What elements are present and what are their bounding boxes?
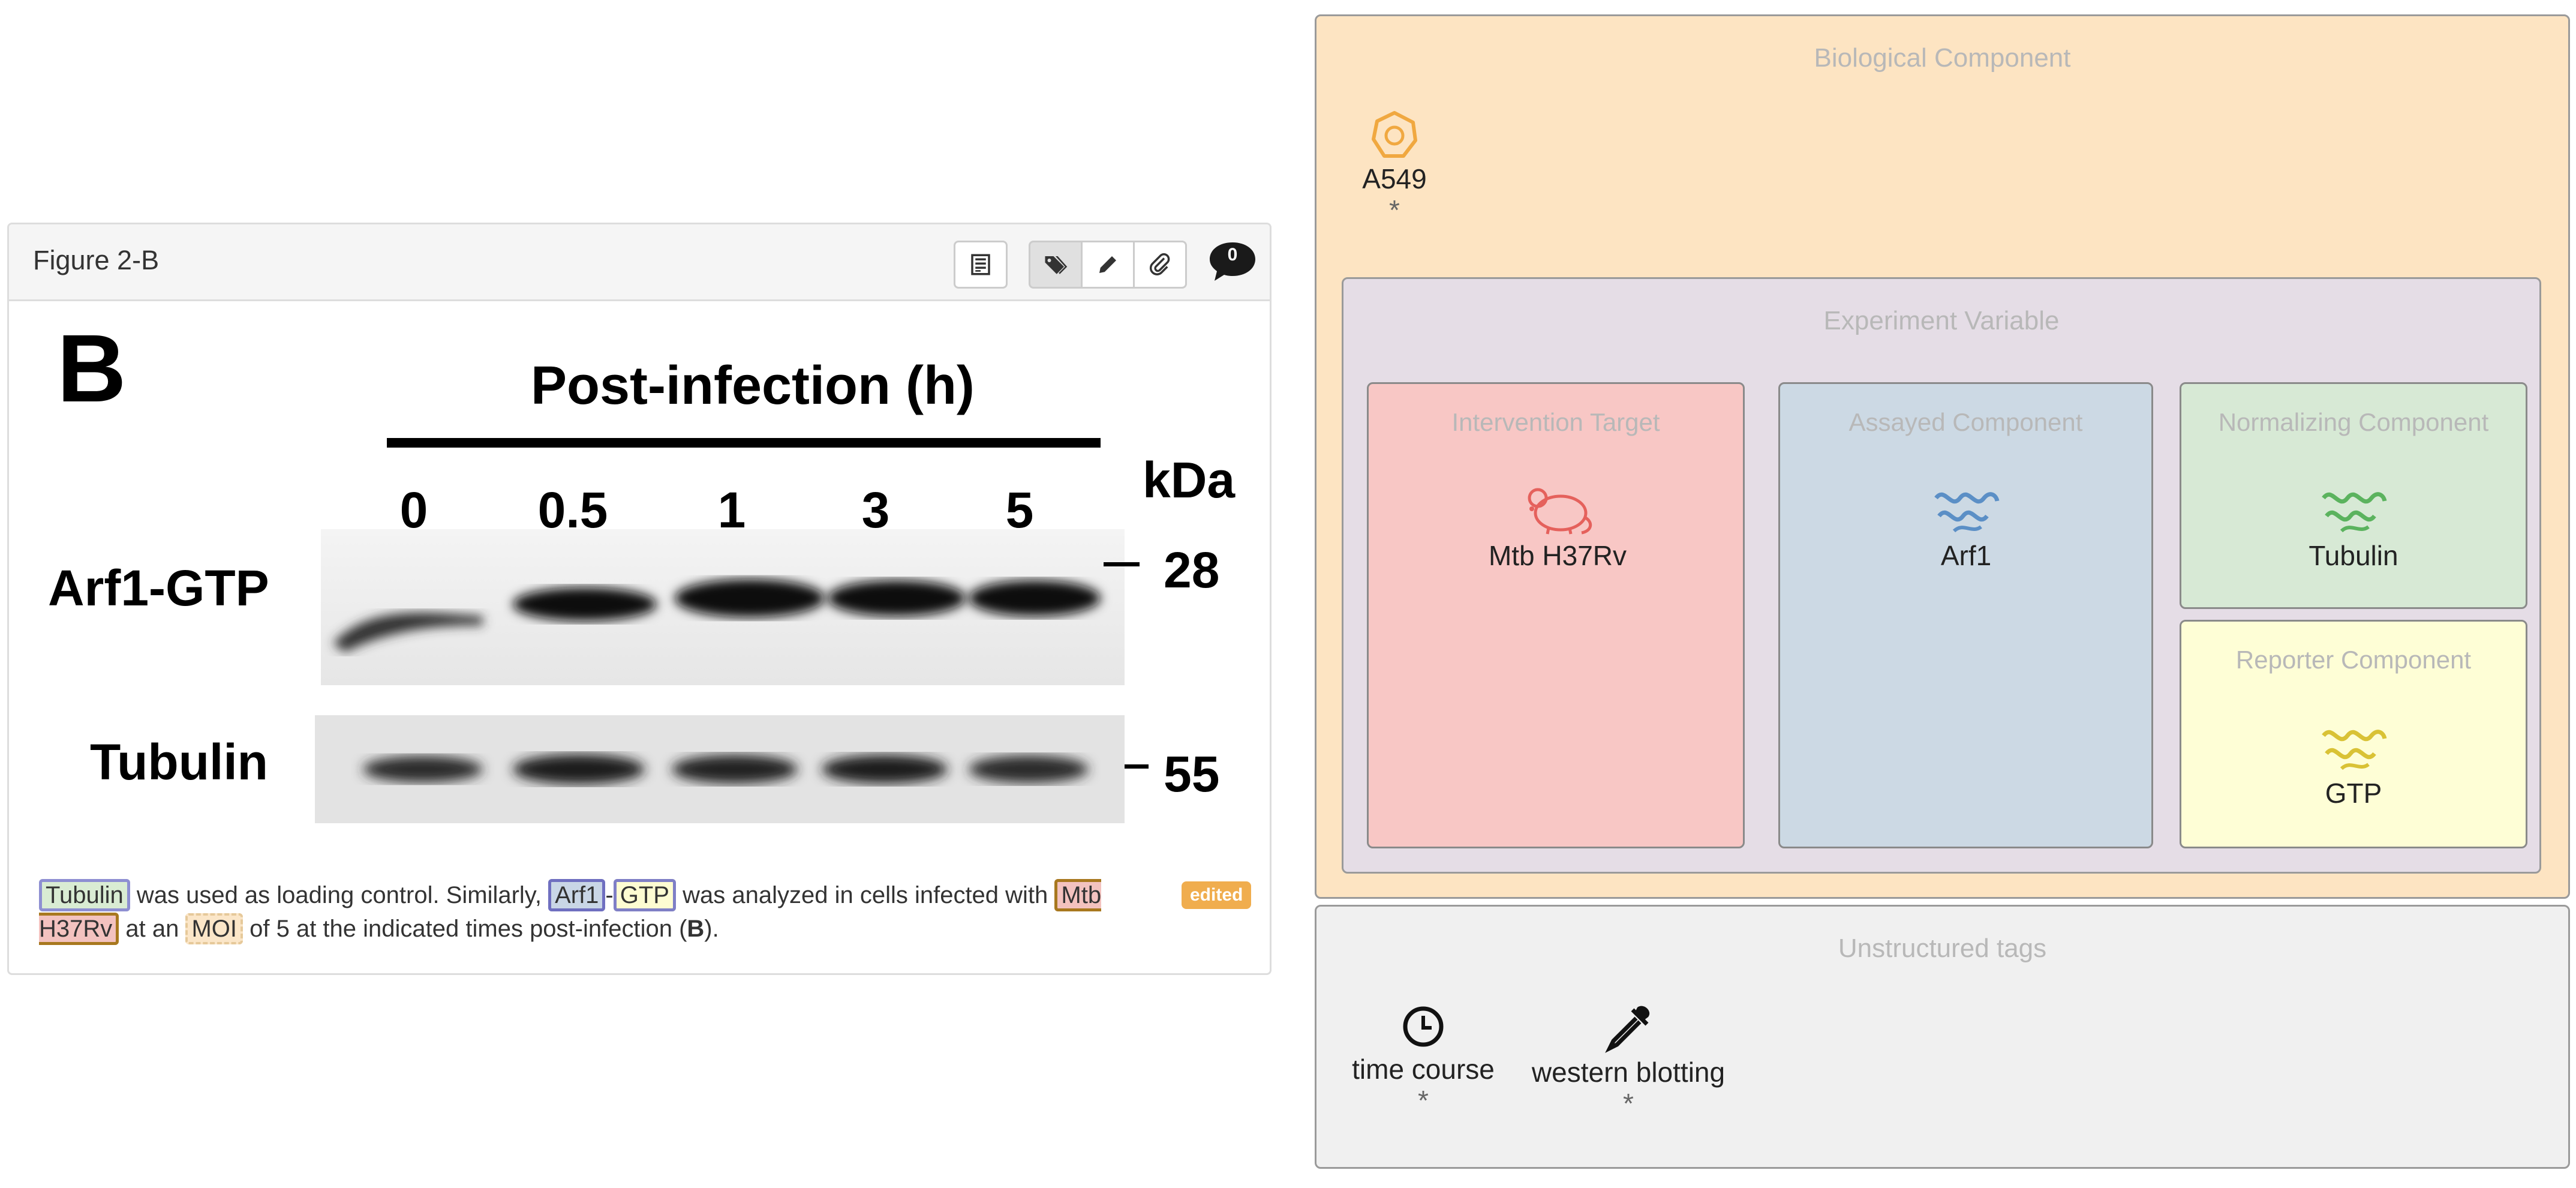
entity-label: Tubulin [2309,540,2398,571]
intervention-target-title: Intervention Target [1451,408,1660,436]
experiment-variable-title: Experiment Variable [1823,306,2060,335]
normalizing-component-title: Normalizing Component [2218,408,2489,436]
asterisk-icon: * [1418,1085,1429,1116]
entity-label: Mtb H37Rv [1488,540,1627,571]
unit-label: kDa [1143,452,1236,508]
caption-text: of 5 at the indicated times post-infecti… [243,916,687,942]
normalizing-component-box[interactable]: Normalizing Component Tubulin [2180,382,2527,609]
time-bar [387,438,1101,448]
caption-text: was used as loading control. Similarly, [130,882,549,908]
list-view-button[interactable] [954,241,1008,289]
entity-label: Arf1 [1940,540,1992,571]
reporter-component-title: Reporter Component [2235,646,2472,674]
comment-count: 0 [1227,245,1238,265]
blot-axis-title: Post-infection (h) [531,356,975,416]
entity-mtb-h37rv[interactable]: Mtb H37Rv [1438,480,1678,572]
figure-panel: Figure 2-B 0 B Post-infection (h) kDa 0 … [7,223,1272,975]
asterisk-icon: * [1623,1088,1634,1119]
entity-a549[interactable]: A549 * [1275,109,1514,225]
unstructured-tags-title: Unstructured tags [1838,934,2047,963]
entity-label: western blotting [1531,1057,1726,1088]
protein-icon [2322,730,2387,770]
entity-label: GTP [2325,778,2382,809]
edit-button[interactable] [1081,241,1135,289]
arf1-gtp-blot [321,529,1125,685]
asterisk-icon: * [1389,194,1400,226]
entity-arf1[interactable]: Arf1 [1846,480,2086,572]
tubulin-blot [315,715,1125,823]
tag-button[interactable] [1029,241,1083,289]
entity-tubulin[interactable]: Tubulin [2234,480,2473,572]
protein-icon [1934,492,2000,533]
blot-row-label: Arf1-GTP [48,560,269,616]
caption-tag-moi[interactable]: MOI [185,913,244,944]
clock-icon [1403,1006,1444,1047]
caption-text: - [605,882,614,908]
list-icon [971,254,990,275]
protein-icon [2322,492,2387,533]
mw-tick [1125,764,1149,769]
tags-icon [1045,256,1068,274]
western-blot-image: B Post-infection (h) kDa 0 0.5 1 3 5 Arf… [9,301,1270,841]
blot-row-label: Tubulin [90,734,268,790]
caption-text: was analyzed in cells infected with [675,882,1055,908]
entity-gtp[interactable]: GTP [2234,718,2473,809]
caption-tag-arf1[interactable]: Arf1 [548,879,606,911]
caption-bold-letter: B [687,916,705,942]
reporter-component-box[interactable]: Reporter Component GTP [2180,620,2527,848]
tag-western-blotting[interactable]: western blotting * [1508,1003,1748,1118]
intervention-target-box[interactable]: Intervention Target Mtb H37Rv [1367,382,1745,848]
attach-button[interactable] [1133,241,1187,289]
tag-time-course[interactable]: time course * [1303,1003,1543,1115]
paperclip-icon [1149,253,1170,275]
edited-badge: edited [1182,881,1252,909]
figure-caption: Tubulin was used as loading control. Sim… [39,878,1179,946]
caption-tag-tubulin[interactable]: Tubulin [39,879,130,911]
entity-label: A549 [1362,163,1427,194]
mw-label: 28 [1164,542,1220,598]
assayed-component-title: Assayed Component [1848,408,2083,436]
panel-letter: B [57,314,127,422]
mouse-icon [1528,488,1592,535]
figure-header: Figure 2-B 0 [9,224,1270,301]
caption-tag-gtp[interactable]: GTP [613,879,676,911]
cell-icon [1372,111,1417,158]
entity-label: time course [1352,1054,1495,1085]
biological-component-title: Biological Component [1814,43,2071,73]
pipette-icon [1605,1006,1650,1053]
pencil-icon [1099,256,1116,273]
unstructured-tags-panel: Unstructured tags time course * western … [1315,905,2570,1169]
mw-label: 55 [1164,746,1220,802]
caption-text: ). [704,916,719,942]
figure-title: Figure 2-B [33,245,160,275]
mw-tick [1104,562,1140,566]
caption-text: at an [119,916,186,942]
assayed-component-box[interactable]: Assayed Component Arf1 [1778,382,2153,848]
